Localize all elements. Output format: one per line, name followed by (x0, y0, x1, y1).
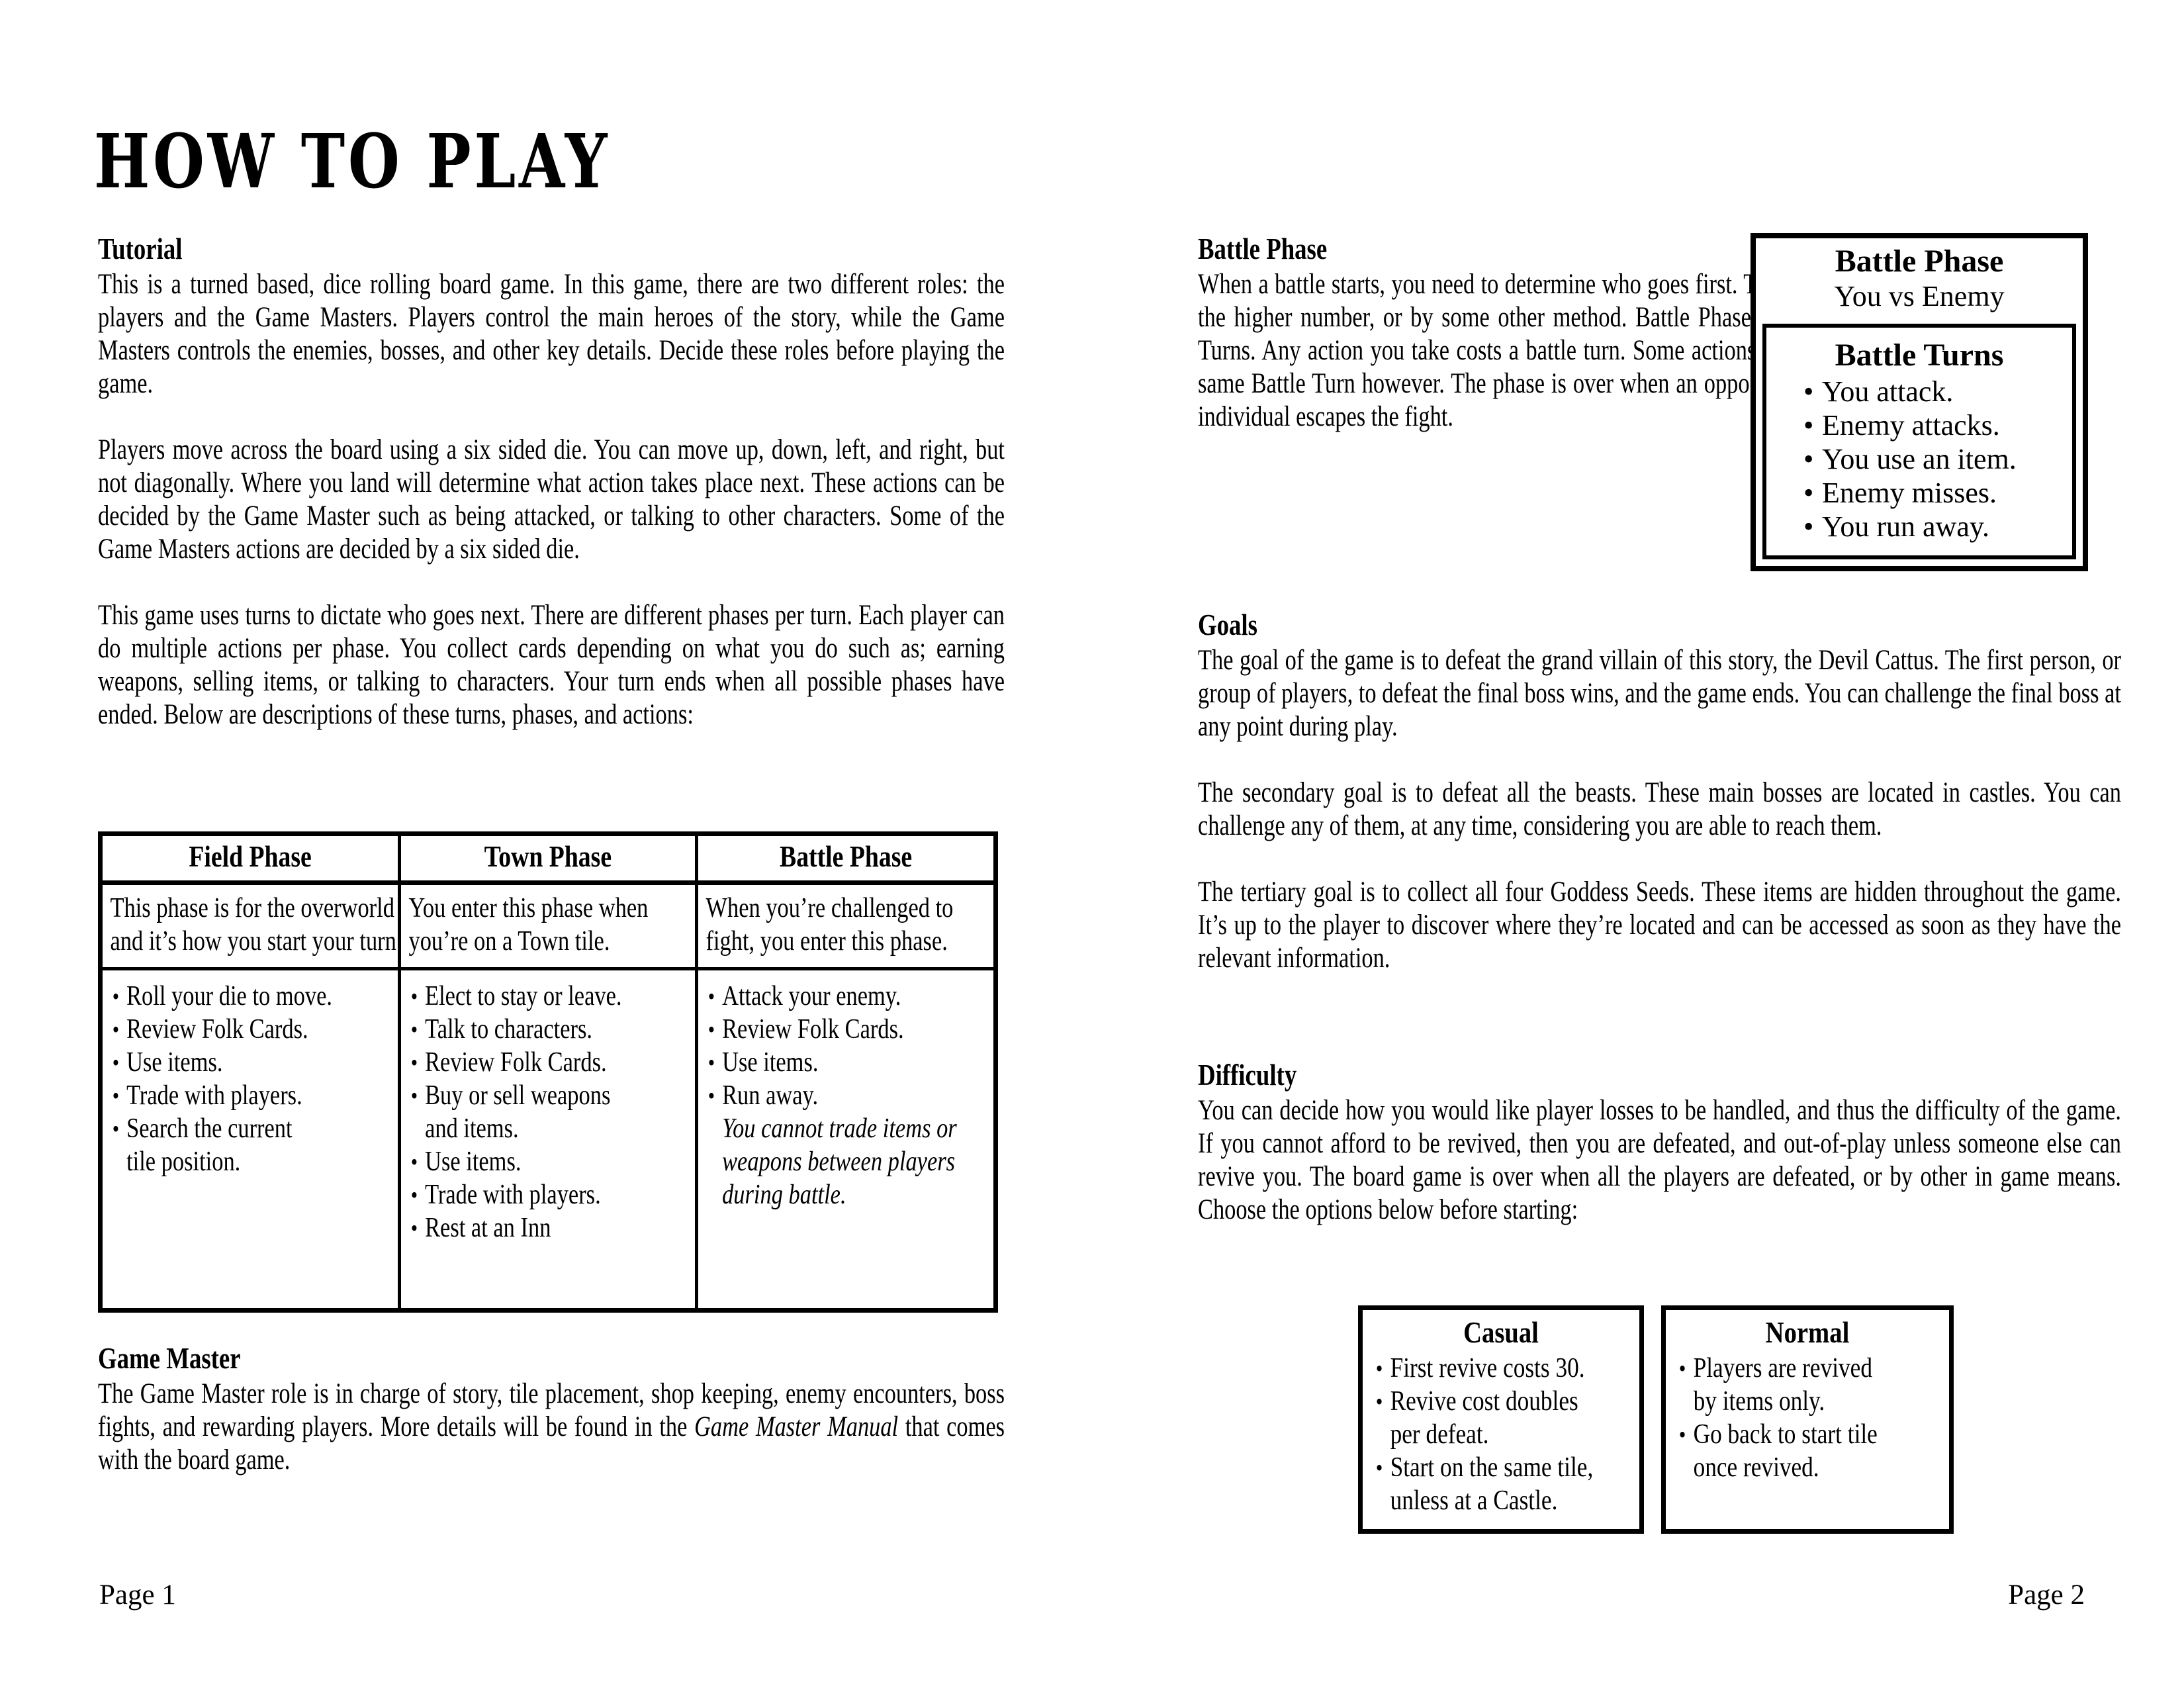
list-item: Use items. (708, 1046, 1003, 1079)
tutorial-paragraph-3: This game uses turns to dictate who goes… (98, 599, 1005, 730)
list-item: Elect to stay or leave. (411, 980, 705, 1013)
heading-game-master: Game Master (98, 1341, 241, 1375)
list-item-continuation: per defeat. (1390, 1419, 1489, 1450)
list-item: Enemy misses. (1803, 476, 2066, 510)
difficulty-title-casual: Casual (1463, 1315, 1539, 1349)
list-item-continuation: by items only. (1693, 1386, 1825, 1417)
table-cell-battle-description: When you’re challenged to fight, you ent… (694, 882, 993, 970)
casual-rules-list: First revive costs 30. Revive cost doubl… (1368, 1352, 1644, 1517)
tutorial-paragraph-2: Players move across the board using a si… (98, 434, 1005, 565)
list-item: Talk to characters. (411, 1013, 705, 1046)
callout-title-battle-turns: Battle Turns (1835, 337, 2004, 373)
list-item: You use an item. (1803, 442, 2066, 476)
callout-title-battle-phase: Battle Phase (1835, 244, 2004, 279)
battle-trade-restriction-note: You cannot trade items or weapons betwee… (721, 1113, 957, 1210)
heading-tutorial: Tutorial (98, 232, 183, 265)
footer-page-2: Page 2 (2008, 1579, 2085, 1611)
difficulty-paragraph: You can decide how you would like player… (1198, 1094, 2121, 1225)
battle-turns-inner-box: Battle Turns You attack. Enemy attacks. … (1762, 323, 2076, 559)
normal-rules-list: Players are revived by items only. Go ba… (1671, 1352, 1954, 1484)
field-phase-description: This phase is for the overworld and it’s… (110, 892, 402, 957)
table-cell-town-actions: Elect to stay or leave. Talk to characte… (398, 968, 698, 1308)
table-header-cell-field: Field Phase (103, 836, 402, 885)
difficulty-option-normal[interactable]: Normal Players are revived by items only… (1661, 1305, 1954, 1534)
difficulty-title-normal: Normal (1765, 1315, 1850, 1349)
table-header-cell-battle: Battle Phase (694, 836, 993, 885)
game-master-section: Game Master The Game Master role is in c… (98, 1342, 1005, 1477)
battle-phase-description: When you’re challenged to fight, you ent… (705, 892, 954, 957)
list-item: Use items. (113, 1046, 408, 1079)
list-item-continuation: tile position. (126, 1146, 241, 1177)
table-cell-town-description: You enter this phase when you’re on a To… (398, 882, 698, 970)
battle-phase-callout-box: Battle Phase You vs Enemy Battle Turns Y… (1751, 233, 2088, 571)
list-item: Trade with players. (113, 1079, 408, 1112)
heading-difficulty: Difficulty (1198, 1058, 1297, 1092)
difficulty-option-casual[interactable]: Casual First revive costs 30. Revive cos… (1358, 1305, 1644, 1534)
table-description-row: This phase is for the overworld and it’s… (103, 882, 993, 970)
left-column: Tutorial This is a turned based, dice ro… (98, 232, 1005, 731)
goals-section: Goals The goal of the game is to defeat … (1198, 608, 2121, 975)
column-header-battle-phase: Battle Phase (779, 839, 912, 873)
list-item: Review Folk Cards. (708, 1013, 1003, 1046)
list-item: Go back to start tile (1679, 1418, 1952, 1451)
list-item: Run away. (708, 1079, 1003, 1112)
goals-paragraph-2: The secondary goal is to defeat all the … (1198, 776, 2121, 841)
game-master-paragraph: The Game Master role is in charge of sto… (98, 1378, 1005, 1477)
table-cell-field-actions: Roll your die to move. Review Folk Cards… (103, 968, 402, 1308)
list-item: Enemy attacks. (1803, 408, 2066, 442)
field-phase-action-list: Roll your die to move. Review Folk Cards… (103, 970, 413, 1308)
difficulty-options-group: Casual First revive costs 30. Revive cos… (1358, 1305, 1954, 1534)
town-phase-description: You enter this phase when you’re on a To… (408, 892, 649, 957)
goals-paragraph-1: The goal of the game is to defeat the gr… (1198, 644, 2121, 742)
list-item: You attack. (1803, 375, 2066, 408)
list-item: Search the current (113, 1112, 408, 1145)
tutorial-paragraph-1: This is a turned based, dice rolling boa… (98, 268, 1005, 399)
list-item: Attack your enemy. (708, 980, 1003, 1013)
document-page: HOW TO PLAY Tutorial This is a turned ba… (0, 0, 2184, 1688)
goals-paragraph-3: The tertiary goal is to collect all four… (1198, 876, 2121, 974)
list-item: Trade with players. (411, 1178, 705, 1211)
page-title: HOW TO PLAY (94, 118, 611, 205)
difficulty-section: Difficulty You can decide how you would … (1198, 1058, 2121, 1227)
column-header-town-phase: Town Phase (484, 839, 612, 873)
list-item: Start on the same tile, (1376, 1451, 1642, 1484)
list-item: Roll your die to move. (113, 980, 408, 1013)
list-item-continuation: unless at a Castle. (1390, 1485, 1558, 1517)
town-phase-action-list: Elect to stay or leave. Talk to characte… (401, 970, 710, 1308)
list-item: First revive costs 30. (1376, 1352, 1642, 1385)
heading-goals: Goals (1198, 608, 1257, 641)
list-item: Revive cost doubles (1376, 1385, 1642, 1418)
battle-turns-list: You attack. Enemy attacks. You use an it… (1773, 375, 2066, 543)
list-item: Use items. (411, 1145, 705, 1178)
list-item: You run away. (1803, 510, 2066, 543)
phase-comparison-table: Field Phase Town Phase Battle Phase This… (98, 831, 998, 1313)
column-header-field-phase: Field Phase (189, 839, 312, 873)
table-header-cell-town: Town Phase (398, 836, 698, 885)
list-item: Buy or sell weapons (411, 1079, 705, 1112)
list-item: Players are revived (1679, 1352, 1952, 1385)
table-cell-field-description: This phase is for the overworld and it’s… (103, 882, 402, 970)
table-header-row: Field Phase Town Phase Battle Phase (103, 836, 993, 885)
list-item-continuation: once revived. (1693, 1452, 1819, 1483)
footer-page-1: Page 1 (99, 1579, 176, 1611)
list-item: Review Folk Cards. (113, 1013, 408, 1046)
table-actions-row: Roll your die to move. Review Folk Cards… (103, 968, 993, 1308)
gm-manual-title: Game Master Manual (694, 1411, 899, 1442)
callout-subtitle-you-vs-enemy: You vs Enemy (1834, 279, 2005, 312)
list-item: Review Folk Cards. (411, 1046, 705, 1079)
list-item: Rest at an Inn (411, 1211, 705, 1244)
table-cell-battle-actions: Attack your enemy. Review Folk Cards. Us… (694, 968, 993, 1308)
list-item-continuation: and items. (425, 1113, 519, 1144)
battle-phase-action-list: Attack your enemy. Review Folk Cards. Us… (698, 970, 1009, 1308)
